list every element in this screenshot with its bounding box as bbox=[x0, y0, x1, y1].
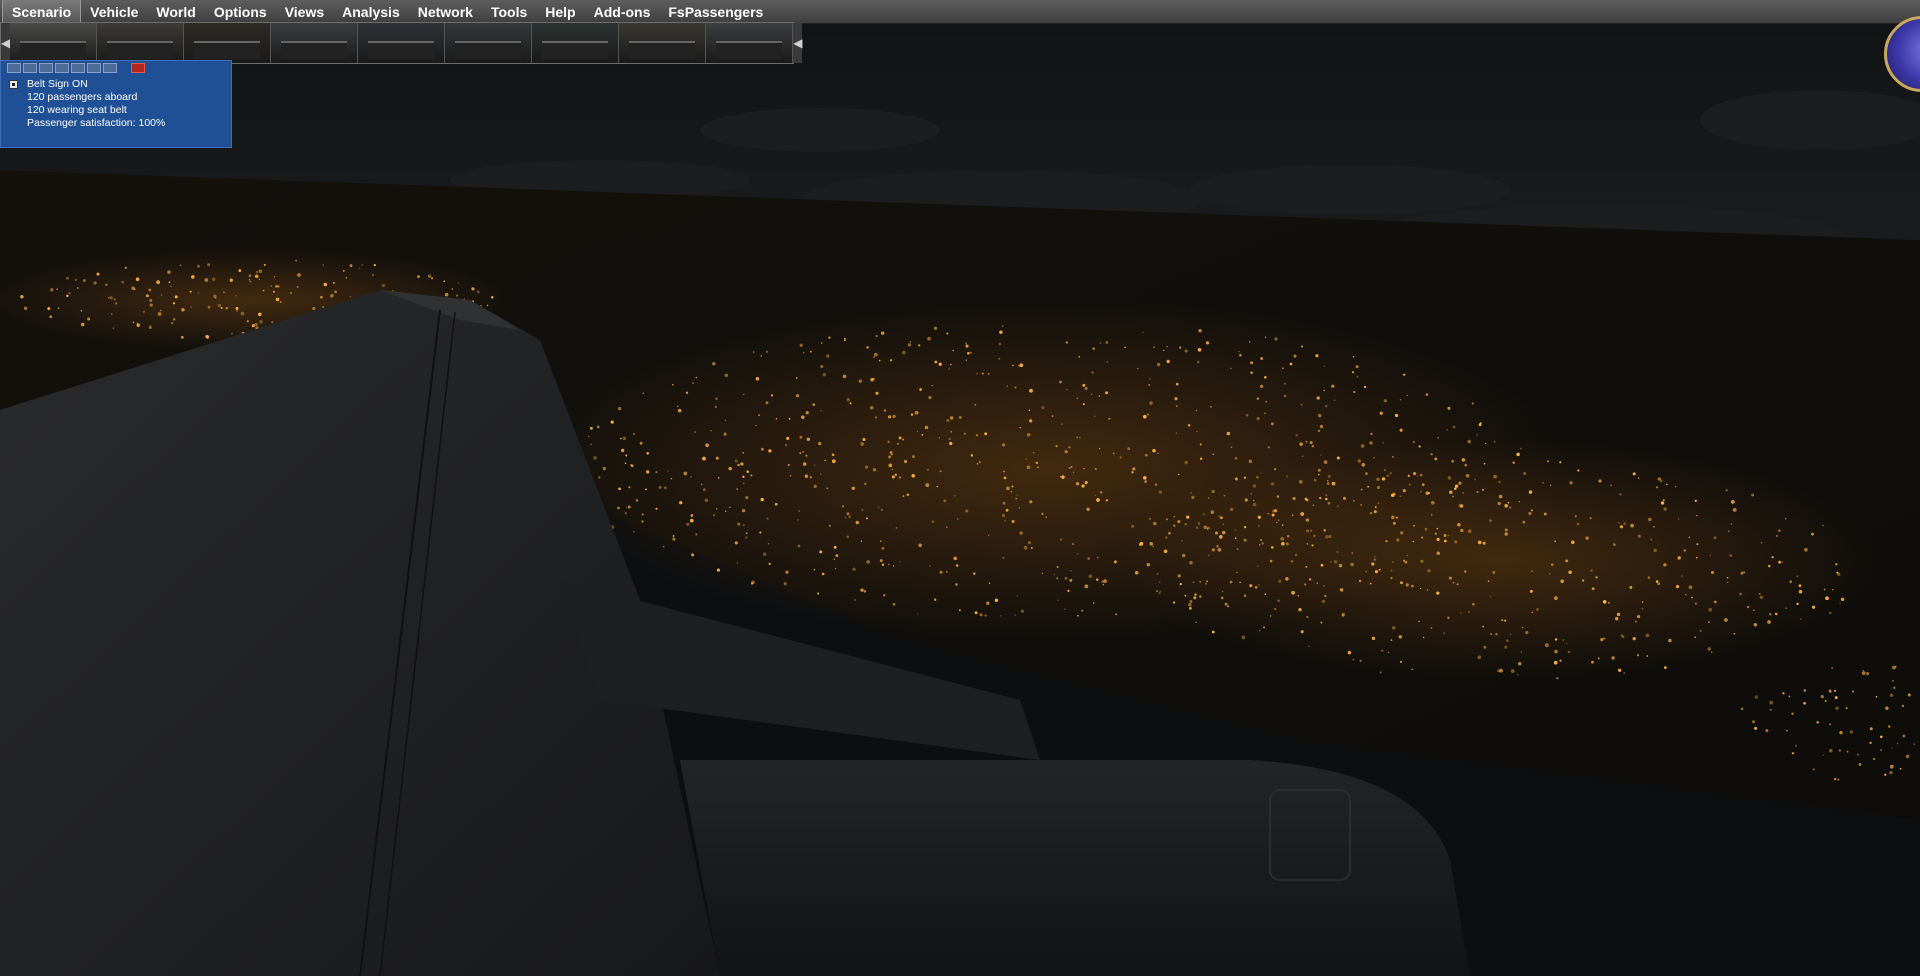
passenger-status: Belt Sign ON 120 passengers aboard 120 w… bbox=[9, 78, 165, 130]
menu-world[interactable]: World bbox=[147, 0, 204, 24]
cockpit-view-6[interactable] bbox=[445, 23, 533, 63]
panel-toolbar bbox=[7, 63, 145, 73]
passengers-seat-belt: 120 wearing seat belt bbox=[27, 104, 127, 116]
menu-add-ons[interactable]: Add-ons bbox=[585, 0, 660, 24]
menu-views[interactable]: Views bbox=[276, 0, 333, 24]
passenger-satisfaction: Passenger satisfaction: 100% bbox=[27, 117, 166, 129]
strip-left-arrow-icon[interactable]: ◀ bbox=[1, 23, 11, 63]
flight-scene bbox=[0, 0, 1920, 976]
cockpit-view-3[interactable] bbox=[184, 23, 272, 63]
strip-right-arrow-icon[interactable]: ◀ bbox=[793, 23, 803, 63]
cockpit-view-4[interactable] bbox=[271, 23, 359, 63]
belt-sign-status: Belt Sign ON bbox=[27, 78, 88, 90]
passengers-aboard: 120 passengers aboard bbox=[27, 91, 138, 103]
cockpit-view-7[interactable] bbox=[532, 23, 620, 63]
menu-scenario[interactable]: Scenario bbox=[2, 0, 82, 25]
belt-sign-checkbox[interactable] bbox=[9, 80, 18, 89]
cockpit-view-5[interactable] bbox=[358, 23, 446, 63]
menu-options[interactable]: Options bbox=[205, 0, 276, 24]
wing-view-night bbox=[0, 0, 1920, 976]
panel-tool-4-icon[interactable] bbox=[55, 63, 69, 73]
panel-tool-6-icon[interactable] bbox=[87, 63, 101, 73]
panel-tool-7-icon[interactable] bbox=[103, 63, 117, 73]
cockpit-view-1[interactable] bbox=[10, 23, 98, 63]
panel-tool-5-icon[interactable] bbox=[71, 63, 85, 73]
panel-close-icon[interactable] bbox=[131, 63, 145, 73]
panel-tool-3-icon[interactable] bbox=[39, 63, 53, 73]
menu-help[interactable]: Help bbox=[536, 0, 584, 24]
panel-tool-2-icon[interactable] bbox=[23, 63, 37, 73]
menu-network[interactable]: Network bbox=[409, 0, 482, 24]
view-thumbnails bbox=[10, 23, 794, 63]
panel-tool-1-icon[interactable] bbox=[7, 63, 21, 73]
cockpit-view-2[interactable] bbox=[97, 23, 185, 63]
menu-analysis[interactable]: Analysis bbox=[333, 0, 409, 24]
menu-fspassengers[interactable]: FsPassengers bbox=[659, 0, 772, 24]
cockpit-view-9[interactable] bbox=[706, 23, 794, 63]
view-selector-strip: ◀ ◀ bbox=[0, 22, 803, 64]
menu-vehicle[interactable]: Vehicle bbox=[81, 0, 147, 24]
cockpit-view-8[interactable] bbox=[619, 23, 707, 63]
menu-bar: Scenario Vehicle World Options Views Ana… bbox=[0, 0, 1920, 25]
menu-tools[interactable]: Tools bbox=[482, 0, 536, 24]
fspassengers-panel: Belt Sign ON 120 passengers aboard 120 w… bbox=[0, 60, 232, 148]
